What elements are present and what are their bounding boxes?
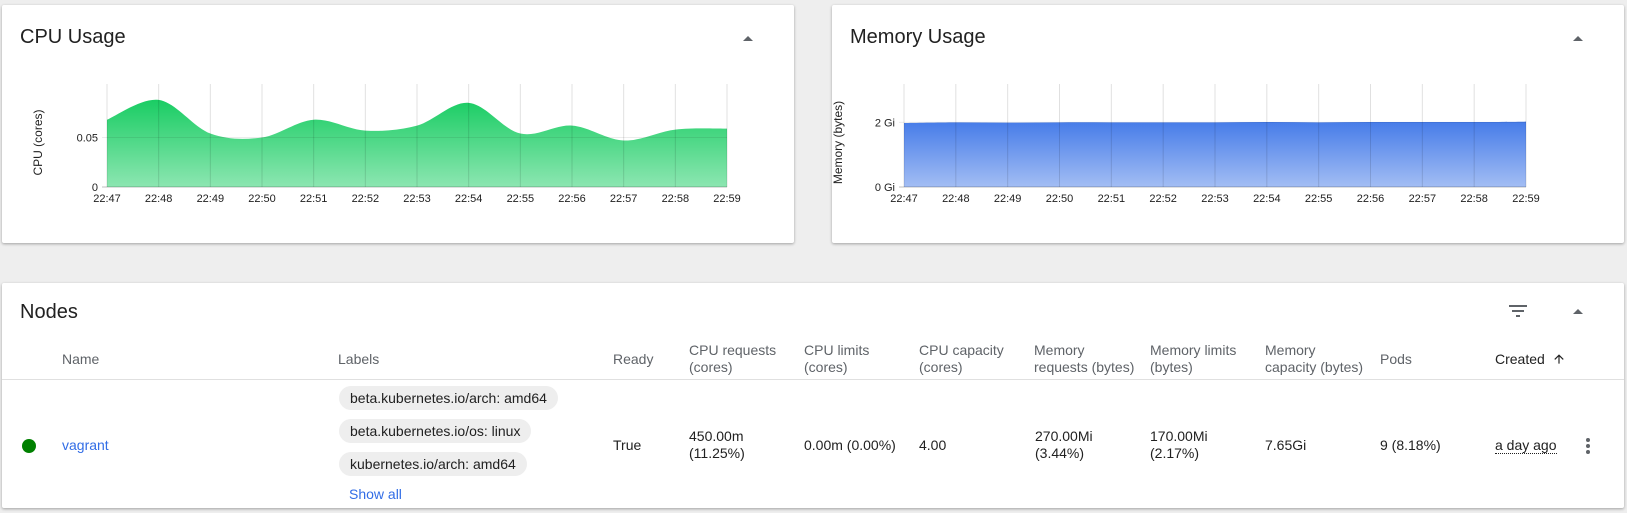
x-tick-label: 22:49	[994, 193, 1022, 205]
y-axis-label: CPU (cores)	[31, 109, 45, 175]
x-tick-label: 22:50	[1046, 193, 1074, 205]
show-all-labels-link[interactable]: Show all	[349, 486, 402, 503]
x-tick-label: 22:48	[942, 193, 970, 205]
column-header-line: (cores)	[689, 359, 733, 375]
column-header-memory-capacity: Memory capacity (bytes)	[1265, 342, 1363, 376]
label-chip: beta.kubernetes.io/os: linux	[339, 419, 532, 443]
column-header-labels: Labels	[338, 351, 380, 367]
arrow-upward-icon	[1554, 354, 1564, 364]
x-tick-label: 22:57	[610, 193, 638, 205]
memory-requests-amount: 270.00Mi	[1035, 428, 1093, 444]
memory-limits-amount: 170.00Mi	[1150, 428, 1208, 444]
cpu-capacity-value: 4.00	[919, 437, 947, 453]
x-tick-label: 22:47	[890, 193, 918, 205]
x-tick-label: 22:50	[248, 193, 276, 205]
cpu-requests-amount: 450.00m	[689, 428, 744, 444]
label-chip: beta.kubernetes.io/arch: amd64	[339, 386, 558, 410]
header-divider	[2, 379, 1624, 380]
y-tick-label: 2 Gi	[875, 117, 895, 129]
x-tick-label: 22:56	[558, 193, 586, 205]
pods-value: 9 (8.18%)	[1380, 437, 1441, 453]
column-header-line: CPU requests	[689, 342, 777, 358]
column-header-cpu-capacity: CPU capacity (cores)	[919, 342, 1004, 376]
memory-limits-percent: (2.17%)	[1150, 445, 1200, 461]
column-header-pods: Pods	[1380, 351, 1412, 367]
memory-limits-value: 170.00Mi (2.17%)	[1150, 428, 1208, 462]
created-timestamp: a day ago	[1495, 437, 1557, 454]
column-header-line: (bytes)	[1150, 359, 1193, 375]
expand-less-icon	[1573, 308, 1583, 314]
x-tick-label: 22:52	[1149, 193, 1177, 205]
column-header-created[interactable]: Created	[1495, 351, 1566, 368]
y-tick-label: 0.05	[77, 133, 98, 145]
x-tick-label: 22:52	[352, 193, 380, 205]
column-header-cpu-requests: CPU requests (cores)	[689, 342, 776, 376]
ready-value: True	[613, 437, 642, 453]
memory-requests-percent: (3.44%)	[1035, 445, 1085, 461]
x-tick-label: 22:59	[713, 193, 741, 205]
x-tick-label: 22:53	[403, 193, 431, 205]
x-tick-label: 22:49	[197, 193, 225, 205]
column-header-cpu-limits: CPU limits (cores)	[804, 342, 869, 376]
x-tick-label: 22:55	[1305, 193, 1333, 205]
x-tick-label: 22:59	[1512, 193, 1540, 205]
cpu-usage-chart: 00.0522:47 22:48 22:49 22:50 22:51 22:52 22:53…	[31, 84, 741, 205]
created-value: a day ago	[1495, 437, 1557, 454]
column-header-line: CPU capacity	[919, 342, 1004, 358]
label-chip: kubernetes.io/arch: amd64	[339, 452, 527, 476]
x-tick-label: 22:48	[145, 193, 173, 205]
x-tick-label: 22:51	[1098, 193, 1126, 205]
x-tick-label: 22:57	[1409, 193, 1437, 205]
more-vert-icon[interactable]	[1576, 434, 1600, 458]
memory-requests-value: 270.00Mi (3.44%)	[1035, 428, 1093, 462]
column-header-line: (cores)	[919, 359, 963, 375]
ready-status-icon	[22, 439, 36, 453]
column-header-line: capacity (bytes)	[1265, 359, 1364, 375]
nodes-collapse-button[interactable]	[1564, 297, 1592, 325]
x-tick-label: 22:53	[1201, 193, 1229, 205]
cpu-requests-percent: (11.25%)	[689, 445, 745, 461]
column-header-line: Memory limits	[1150, 342, 1237, 358]
x-tick-label: 22:54	[455, 193, 483, 205]
cpu-usage-card: CPU Usage 0 0.05 22:47 22:48 22:49 22:50 22:51…	[2, 5, 794, 243]
memory-usage-card: Memory Usage 0 Gi 2 Gi 22:47 22:48 22:49 22:5…	[832, 5, 1624, 243]
cpu-requests-value: 450.00m (11.25%)	[689, 428, 745, 462]
x-tick-label: 22:47	[93, 193, 121, 205]
filter-icon[interactable]	[1506, 299, 1530, 323]
nodes-title: Nodes	[20, 301, 78, 323]
x-tick-label: 22:58	[662, 193, 690, 205]
column-header-ready: Ready	[613, 351, 654, 367]
column-header-line: (cores)	[804, 359, 848, 375]
column-header-line: Memory	[1034, 342, 1085, 358]
cpu-limits-value: 0.00m (0.00%)	[804, 437, 896, 453]
y-axis-label: Memory (bytes)	[832, 101, 845, 184]
x-tick-label: 22:54	[1253, 193, 1281, 205]
column-header-memory-limits: Memory limits (bytes)	[1150, 342, 1236, 376]
memory-capacity-value: 7.65Gi	[1265, 437, 1307, 453]
column-header-created-label: Created	[1495, 351, 1545, 367]
x-tick-label: 22:58	[1460, 193, 1488, 205]
column-header-line: CPU limits	[804, 342, 870, 358]
column-header-line: Memory	[1265, 342, 1316, 358]
column-header-memory-requests: Memory requests (bytes)	[1034, 342, 1134, 376]
x-tick-label: 22:55	[507, 193, 535, 205]
x-tick-label: 22:56	[1357, 193, 1385, 205]
column-header-line: requests (bytes)	[1034, 359, 1135, 375]
x-tick-label: 22:51	[300, 193, 328, 205]
nodes-card: Nodes Name Labels Ready CPU requests (co…	[2, 283, 1624, 508]
column-header-name[interactable]: Name	[62, 351, 99, 368]
node-name-link[interactable]: vagrant	[62, 437, 109, 454]
memory-usage-chart: 0 Gi2 Gi22:47 22:48 22:49 22:50 22:51 22:52 22…	[832, 84, 1540, 205]
